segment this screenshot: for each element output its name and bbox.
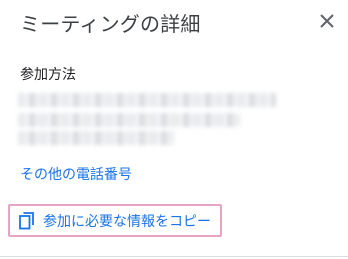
join-info-heading: 参加方法 xyxy=(20,67,76,83)
copy-icon xyxy=(19,211,35,230)
copy-joining-info-label: 参加に必要な情報をコピー xyxy=(43,213,211,230)
redacted-join-line xyxy=(18,93,276,107)
redacted-join-line xyxy=(18,113,240,127)
close-button[interactable] xyxy=(311,6,343,38)
copy-joining-info-button[interactable]: 参加に必要な情報をコピー xyxy=(8,204,222,237)
dialog-title: ミーティングの詳細 xyxy=(20,12,201,36)
close-icon xyxy=(320,13,334,32)
meeting-details-panel: ミーティングの詳細 参加方法 その他の電話番号 参加に必要な情報をコピー xyxy=(0,0,348,259)
divider xyxy=(0,256,348,257)
redacted-join-line xyxy=(18,131,174,145)
more-phone-numbers-link[interactable]: その他の電話番号 xyxy=(20,164,132,184)
